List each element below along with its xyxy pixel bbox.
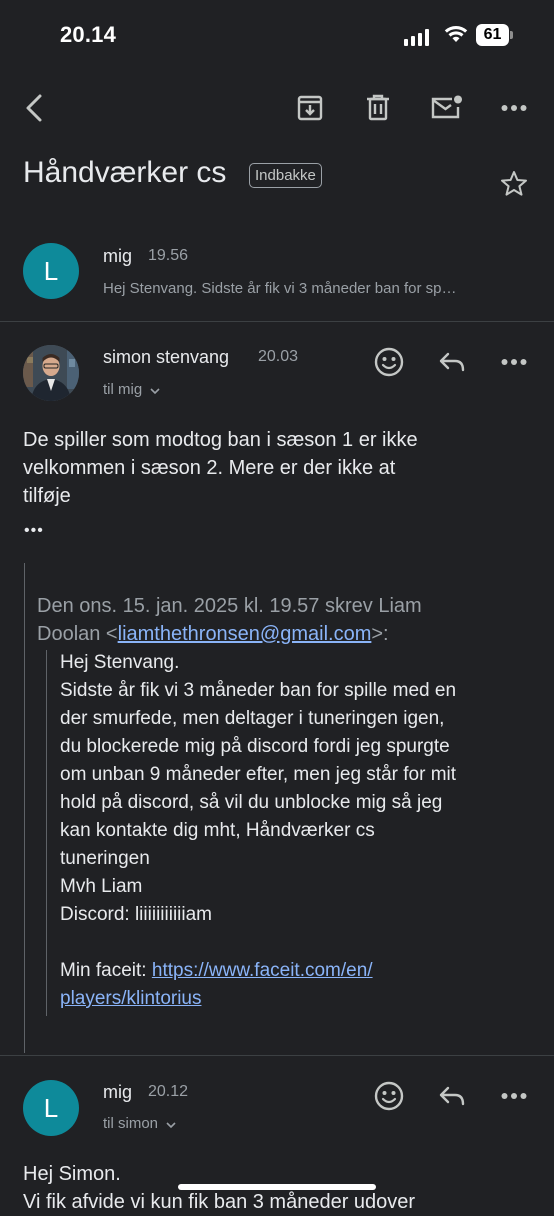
- body-line: velkommen i sæson 2. Mere er der ikke at: [23, 457, 396, 479]
- quote-line: der smurfede, men deltager i tuneringen …: [60, 708, 445, 729]
- quote-line: Hej Stenvang.: [60, 652, 180, 673]
- quote-border-inner: [46, 650, 47, 1016]
- trash-icon[interactable]: [358, 88, 398, 128]
- sender-name: simon stenvang: [103, 347, 230, 367]
- reply-icon[interactable]: [432, 1077, 472, 1115]
- status-time: 20.14: [60, 22, 117, 47]
- sender-name: mig: [103, 246, 133, 266]
- avatar: L: [23, 1080, 79, 1136]
- add-reaction-icon[interactable]: [370, 1077, 408, 1115]
- reply-icon[interactable]: [432, 343, 472, 381]
- sender-photo-avatar: [23, 345, 79, 401]
- add-reaction-icon[interactable]: [370, 343, 408, 381]
- recipient-line: til simon: [103, 1115, 159, 1132]
- quote-line: tuneringen: [60, 848, 150, 869]
- body-line: tilføje: [23, 485, 71, 507]
- battery-level: 61: [476, 24, 509, 46]
- divider: [0, 1055, 554, 1056]
- thread-subject: Håndværker cs: [23, 156, 227, 189]
- quote-line: Discord: liiiiiiiiiiiam: [60, 904, 213, 925]
- show-trimmed-content-button[interactable]: •••: [24, 522, 44, 540]
- archive-icon[interactable]: [290, 88, 330, 128]
- quote-line: om unban 9 måneder efter, men jeg står f…: [60, 764, 457, 785]
- faceit-label: Min faceit:: [60, 960, 152, 981]
- recipient-details-toggle[interactable]: til simon: [103, 1115, 176, 1133]
- quote-header: Den ons. 15. jan. 2025 kl. 19.57 skrev L…: [37, 592, 547, 648]
- message-time: 19.56: [148, 247, 189, 264]
- recipient-details-toggle[interactable]: til mig: [103, 381, 160, 399]
- quote-border-outer: [24, 563, 25, 1053]
- message-snippet: Hej Stenvang. Sidste år fik vi 3 måneder…: [103, 280, 457, 297]
- cellular-signal-icon: [404, 28, 432, 46]
- message-more-icon[interactable]: [494, 343, 534, 381]
- quote-line: du blockerede mig på discord fordi jeg s…: [60, 736, 450, 757]
- body-line: Vi fik afvide vi kun fik ban 3 måneder u…: [23, 1191, 416, 1213]
- message-time: 20.03: [258, 348, 299, 365]
- chevron-down-icon: [166, 1116, 176, 1133]
- faceit-profile-link-continued[interactable]: players/klintorius: [60, 988, 202, 1009]
- back-icon[interactable]: [14, 88, 54, 128]
- wifi-icon: [444, 24, 468, 49]
- quote-header-prefix: Doolan <: [37, 623, 118, 645]
- mark-unread-icon[interactable]: [425, 88, 467, 128]
- body-line: De spiller som modtog ban i sæson 1 er i…: [23, 429, 418, 451]
- battery-icon: 61: [476, 24, 513, 46]
- star-icon[interactable]: [496, 166, 532, 200]
- quote-line: Sidste år fik vi 3 måneder ban for spill…: [60, 680, 457, 701]
- quote-line: Mvh Liam: [60, 876, 143, 897]
- sender-name: mig: [103, 1082, 133, 1102]
- message-body: De spiller som modtog ban i sæson 1 er i…: [23, 426, 543, 510]
- sender-email-link[interactable]: liamthethronsen@gmail.com: [118, 623, 372, 645]
- message-time: 20.12: [148, 1083, 189, 1100]
- faceit-profile-link[interactable]: https://www.faceit.com/en/: [152, 960, 373, 981]
- quoted-message: Hej Stenvang. Sidste år fik vi 3 måneder…: [60, 649, 550, 1013]
- avatar: L: [23, 243, 79, 299]
- more-options-icon[interactable]: [494, 88, 534, 128]
- quote-line: hold på discord, så vil du unblocke mig …: [60, 792, 443, 813]
- message-more-icon[interactable]: [494, 1077, 534, 1115]
- quote-header-line: Den ons. 15. jan. 2025 kl. 19.57 skrev L…: [37, 595, 422, 617]
- chevron-down-icon: [150, 382, 160, 399]
- quote-line: kan kontakte dig mht, Håndværker cs: [60, 820, 375, 841]
- inbox-label-chip[interactable]: Indbakke: [249, 163, 322, 188]
- home-indicator[interactable]: [178, 1184, 376, 1190]
- divider: [0, 321, 554, 322]
- recipient-line: til mig: [103, 381, 143, 398]
- quote-header-suffix: >:: [371, 623, 389, 645]
